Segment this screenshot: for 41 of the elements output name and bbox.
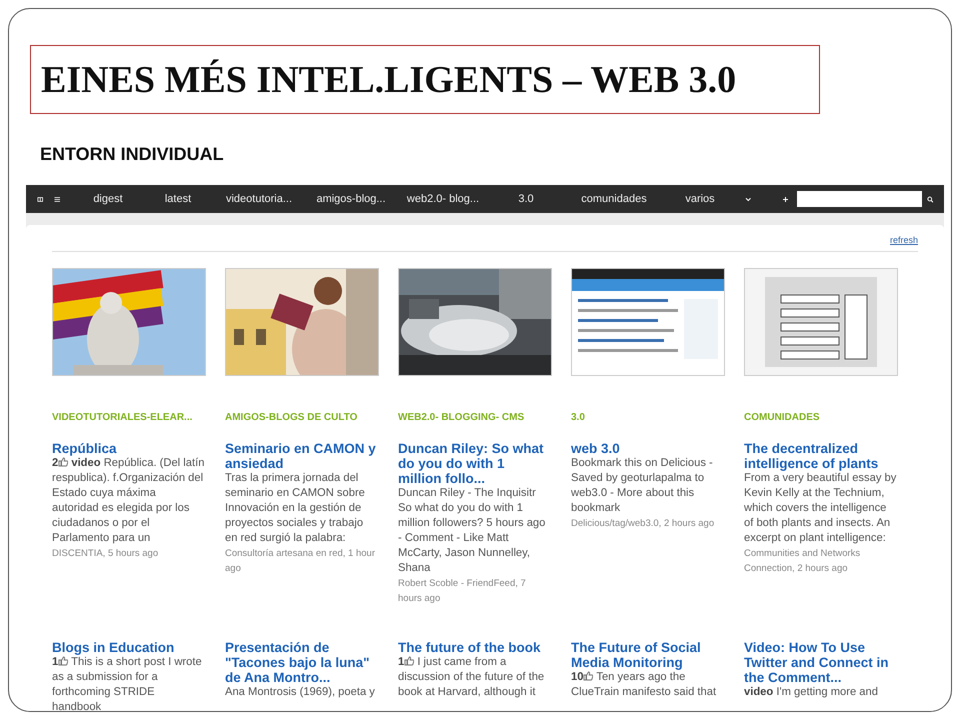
post-title-link[interactable]: Blogs in Education bbox=[52, 640, 205, 655]
post-excerpt: 1 I just came from a discussion of the future of the book at Harvard, although it bbox=[398, 655, 546, 700]
thumbs-up-icon bbox=[583, 671, 594, 681]
post-excerpt: 2 video República. (Del latín respublica). f.Organización del Estado cuya máxima autoridad es elegida por los ciudadanos o por el Parlamento para un bbox=[52, 456, 205, 546]
nav-tab[interactable]: videotutoria... bbox=[213, 193, 305, 205]
nav-tab[interactable]: amigos-blog... bbox=[305, 193, 397, 205]
post-title-link[interactable]: República bbox=[52, 441, 205, 456]
post-excerpt: Duncan Riley - The Inquisitr So what do you do with 1 million followers? 5 hours ago - Comment - Like Matt McCarty, Jason Nunnelley, Shana bbox=[398, 486, 546, 576]
post-source: Delicious/tag/web3.0, 2 hours ago bbox=[571, 517, 716, 531]
post-title-link[interactable]: Seminario en CAMON y ansiedad bbox=[225, 441, 378, 471]
post-excerpt: Bookmark this on Delicious - Saved by geoturlapalma to web3.0 - More about this bookmark bbox=[571, 456, 714, 516]
slide-subtitle: ENTORN INDIVIDUAL bbox=[40, 144, 225, 165]
nav-tab[interactable]: 3.0 bbox=[489, 193, 563, 205]
thumbs-up-icon bbox=[58, 656, 68, 666]
nav-tab[interactable]: comunidades bbox=[563, 193, 665, 205]
nav-tab[interactable]: web2.0- blog... bbox=[397, 193, 489, 205]
post-excerpt: From a very beautiful essay by Kevin Kelly at the Technium, which covers the intelligence of both plants and insects. An excerpt on plant intelligence: bbox=[744, 471, 897, 546]
nav-tab[interactable]: latest bbox=[143, 193, 213, 205]
post-title-link[interactable]: The Future of Social Media Monitoring bbox=[571, 640, 724, 670]
nav-tab[interactable]: digest bbox=[73, 193, 143, 205]
post-title-link[interactable]: Presentación de "Tacones bajo la luna" de Ana Montro... bbox=[225, 640, 378, 685]
post-excerpt: 10 Ten years ago the ClueTrain manifesto said that bbox=[571, 670, 718, 700]
post-excerpt: Ana Montrosis (1969), poeta y bbox=[225, 685, 376, 700]
post-title-link[interactable]: Video: How To Use Twitter and Connect in the Comment... bbox=[744, 640, 897, 685]
thumbs-up-icon bbox=[58, 457, 68, 467]
refresh-link[interactable]: refresh bbox=[890, 235, 918, 245]
post-source: DISCENTIA, 5 hours ago bbox=[52, 547, 160, 561]
post-source: Communities and Networks Connection, 2 hours ago bbox=[744, 547, 862, 576]
post-title-link[interactable]: The decentralized intelligence of plants bbox=[744, 441, 897, 471]
post-source: Robert Scoble - FriendFeed, 7 hours ago bbox=[398, 577, 527, 606]
search-field[interactable] bbox=[796, 191, 922, 207]
slide-title: EINES MÉS INTEL.LIGENTS – WEB 3.0 bbox=[30, 45, 820, 114]
post-title-link[interactable]: The future of the book bbox=[398, 640, 551, 655]
post-excerpt: video I'm getting more and bbox=[744, 685, 879, 700]
post-title-link[interactable]: web 3.0 bbox=[571, 441, 724, 456]
post-source: Consultoría artesana en red, 1 hour ago bbox=[225, 547, 376, 576]
post-excerpt: 1 This is a short post I wrote as a submission for a forthcoming STRIDE handbook bbox=[52, 655, 203, 711]
post-title-link[interactable]: Duncan Riley: So what do you do with 1 million follo... bbox=[398, 441, 551, 486]
thumbs-up-icon bbox=[404, 656, 414, 666]
post-excerpt: Tras la primera jornada del seminario en CAMON sobre Innovación en la gestión de proyectos sociales y trabajo en red surgió la palabra: bbox=[225, 471, 366, 546]
nav-tab[interactable]: varios bbox=[665, 193, 735, 205]
